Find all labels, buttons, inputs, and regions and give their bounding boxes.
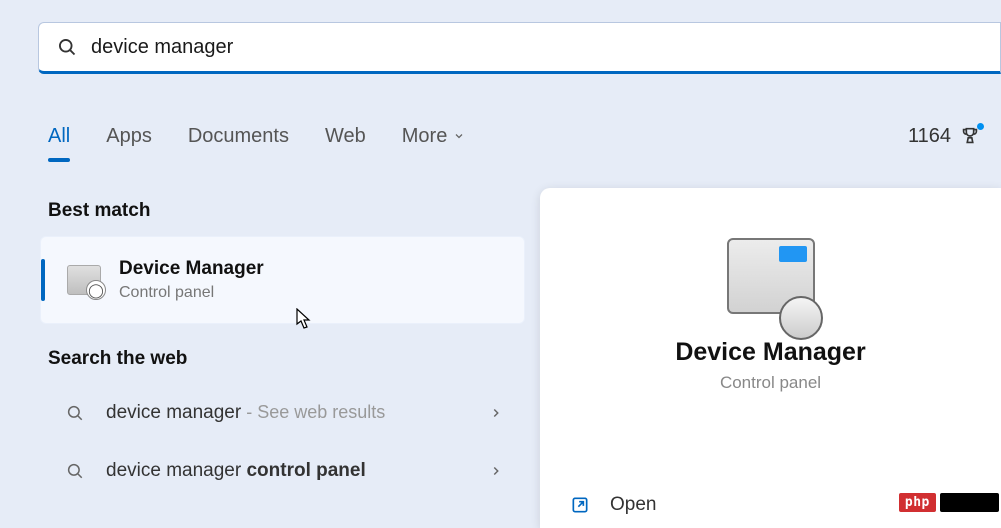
web-result-1[interactable]: device manager - See web results	[40, 384, 525, 442]
chevron-right-icon	[489, 464, 503, 478]
search-icon	[53, 37, 81, 57]
search-input[interactable]	[81, 36, 986, 59]
points-value: 1164	[908, 125, 951, 148]
tab-more-label: More	[402, 125, 448, 148]
best-match-item[interactable]: Device Manager Control panel	[40, 236, 525, 324]
rewards-points[interactable]: 1164	[908, 125, 981, 148]
web-result-2[interactable]: device manager control panel	[40, 442, 525, 500]
search-icon	[66, 462, 84, 480]
tab-documents[interactable]: Documents	[188, 125, 289, 148]
tab-all[interactable]: All	[48, 125, 70, 148]
detail-panel: Device Manager Control panel Open	[540, 188, 1001, 528]
best-match-title: Device Manager	[119, 256, 264, 282]
watermark-logo: php	[899, 493, 999, 512]
detail-title: Device Manager	[570, 338, 971, 367]
tab-apps[interactable]: Apps	[106, 125, 152, 148]
web-result-text: device manager control panel	[106, 460, 366, 482]
web-heading: Search the web	[48, 348, 525, 370]
open-label: Open	[610, 494, 656, 516]
tab-web[interactable]: Web	[325, 125, 366, 148]
tab-more[interactable]: More	[402, 125, 466, 148]
search-bar[interactable]	[38, 22, 1001, 74]
watermark-red: php	[899, 493, 936, 512]
open-action[interactable]: Open	[570, 494, 656, 516]
search-results: Best match Device Manager Control panel …	[40, 200, 525, 500]
best-match-heading: Best match	[48, 200, 525, 222]
open-external-icon	[570, 495, 590, 515]
watermark-black	[940, 493, 999, 512]
chevron-right-icon	[489, 406, 503, 420]
detail-subtitle: Control panel	[570, 373, 971, 393]
web-result-text: device manager - See web results	[106, 402, 385, 424]
device-manager-icon	[67, 265, 101, 295]
chevron-down-icon	[453, 130, 465, 142]
best-match-subtitle: Control panel	[119, 282, 264, 304]
trophy-icon	[959, 125, 981, 147]
device-manager-large-icon	[727, 238, 815, 314]
search-icon	[66, 404, 84, 422]
search-tabs: All Apps Documents Web More 1164	[48, 116, 981, 156]
